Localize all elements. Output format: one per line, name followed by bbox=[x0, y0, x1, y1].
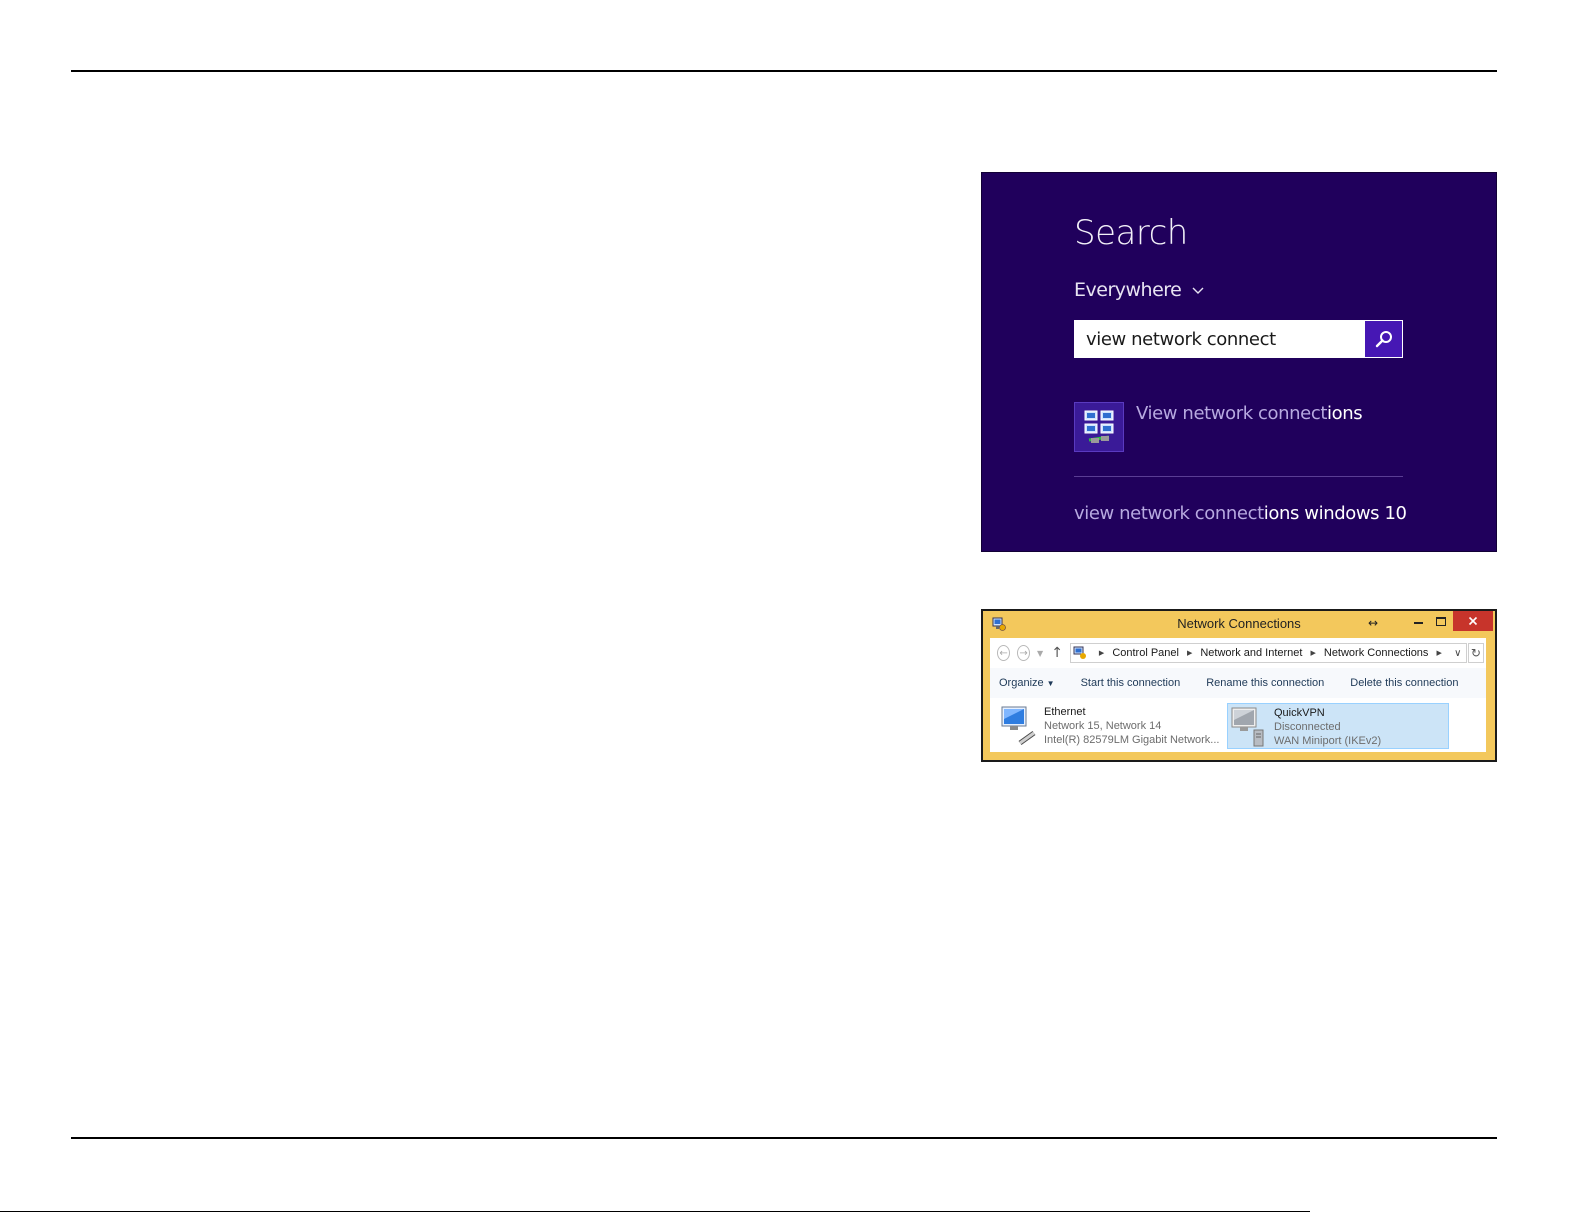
search-result-label: View network connections bbox=[1136, 403, 1363, 424]
breadcrumb-arrow-icon[interactable]: ▶ bbox=[1310, 649, 1315, 657]
list-item-quickvpn[interactable]: QuickVPN Disconnected WAN Miniport (IKEv… bbox=[1227, 703, 1449, 749]
top-rule bbox=[71, 70, 1497, 72]
network-connections-icon bbox=[1074, 402, 1124, 452]
chevron-down-icon bbox=[1192, 287, 1204, 294]
search-result-view-network-connections[interactable]: View network connections bbox=[1074, 402, 1363, 452]
connection-device: Intel(R) 82579LM Gigabit Network... bbox=[1044, 734, 1220, 746]
connection-device: WAN Miniport (IKEv2) bbox=[1274, 735, 1382, 747]
search-suggestion[interactable]: view network connections windows 10 bbox=[1074, 503, 1407, 524]
bottom-rule bbox=[71, 1137, 1497, 1139]
address-dropdown-chevron-icon[interactable]: ∨ bbox=[1450, 648, 1466, 659]
search-charm-panel: Search Everywhere view network connect V… bbox=[981, 172, 1497, 552]
refresh-icon: ↻ bbox=[1470, 646, 1481, 660]
forward-button[interactable]: → bbox=[1017, 645, 1031, 661]
breadcrumb-arrow-icon[interactable]: ▶ bbox=[1436, 649, 1441, 657]
network-connections-window: Network Connections ↔ ← → ▼ ↑ ▶ Control … bbox=[981, 609, 1497, 762]
organize-menu[interactable]: Organize ▼ bbox=[990, 677, 1068, 689]
breadcrumb-arrow-icon[interactable]: ▶ bbox=[1187, 649, 1192, 657]
search-icon bbox=[1375, 331, 1392, 348]
breadcrumb-network-connections[interactable]: Network Connections bbox=[1324, 647, 1429, 659]
search-button[interactable] bbox=[1365, 321, 1402, 357]
search-separator bbox=[1074, 476, 1403, 477]
up-arrow-icon[interactable]: ↑ bbox=[1051, 645, 1063, 661]
caret-down-icon: ▼ bbox=[1046, 679, 1055, 688]
resize-arrows-icon[interactable]: ↔ bbox=[1361, 613, 1385, 633]
connection-status: Network 15, Network 14 bbox=[1044, 720, 1162, 732]
maximize-button[interactable] bbox=[1429, 611, 1453, 631]
connection-name: QuickVPN bbox=[1274, 707, 1325, 719]
back-button[interactable]: ← bbox=[997, 645, 1011, 661]
search-scope-dropdown[interactable]: Everywhere bbox=[1074, 279, 1205, 301]
minimize-icon bbox=[1413, 621, 1423, 624]
connections-list: Ethernet Network 15, Network 14 Intel(R)… bbox=[990, 698, 1486, 752]
start-connection-button[interactable]: Start this connection bbox=[1068, 677, 1194, 689]
ethernet-details: Ethernet Network 15, Network 14 Intel(R)… bbox=[1044, 703, 1219, 749]
address-bar-row: ← → ▼ ↑ ▶ Control Panel ▶ Network and In… bbox=[990, 638, 1486, 668]
search-title: Search bbox=[1074, 213, 1188, 253]
footer-rule bbox=[0, 1211, 1310, 1212]
list-item-ethernet[interactable]: Ethernet Network 15, Network 14 Intel(R)… bbox=[998, 703, 1223, 749]
command-bar: Organize ▼ Start this connection Rename t… bbox=[990, 668, 1486, 698]
delete-connection-button[interactable]: Delete this connection bbox=[1337, 677, 1471, 689]
quickvpn-details: QuickVPN Disconnected WAN Miniport (IKEv… bbox=[1274, 704, 1381, 748]
address-field[interactable]: ▶ Control Panel ▶ Network and Internet ▶… bbox=[1069, 643, 1467, 663]
vpn-adapter-icon bbox=[1231, 707, 1264, 747]
title-bar[interactable]: Network Connections ↔ bbox=[983, 611, 1495, 637]
breadcrumb-arrow-icon: ▶ bbox=[1098, 650, 1105, 657]
forward-arrow-icon: → bbox=[1019, 647, 1028, 659]
breadcrumb-network-and-internet[interactable]: Network and Internet bbox=[1200, 647, 1302, 659]
maximize-icon bbox=[1436, 616, 1446, 626]
close-button[interactable] bbox=[1453, 611, 1493, 631]
search-input[interactable] bbox=[1075, 321, 1365, 357]
breadcrumb-control-panel[interactable]: Control Panel bbox=[1112, 647, 1179, 659]
refresh-button[interactable]: ↻ bbox=[1467, 643, 1484, 663]
rename-connection-button[interactable]: Rename this connection bbox=[1193, 677, 1337, 689]
search-scope-label: Everywhere bbox=[1074, 279, 1182, 301]
control-panel-icon bbox=[1073, 646, 1086, 659]
search-box bbox=[1074, 320, 1403, 358]
connection-name: Ethernet bbox=[1044, 706, 1086, 718]
close-icon bbox=[1468, 616, 1478, 626]
recent-locations-chevron-icon[interactable]: ▼ bbox=[1037, 649, 1043, 658]
ethernet-adapter-icon bbox=[1001, 706, 1036, 746]
back-arrow-icon: ← bbox=[999, 647, 1008, 659]
connection-status: Disconnected bbox=[1274, 721, 1341, 733]
minimize-button[interactable] bbox=[1407, 611, 1429, 631]
